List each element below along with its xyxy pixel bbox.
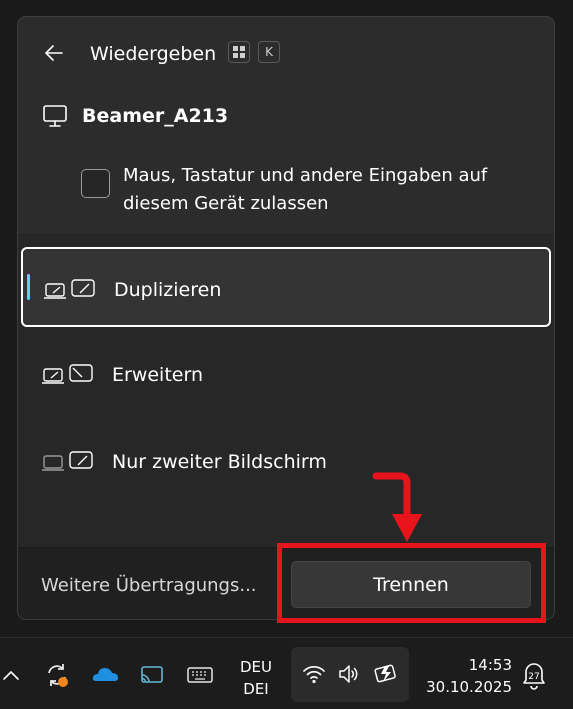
allow-input-label: Maus, Tastatur und andere Eingaben auf d… (123, 165, 488, 214)
keyboard-icon[interactable] (185, 660, 215, 690)
more-casting-link[interactable]: Weitere Übertragungs... (41, 575, 257, 596)
device-name: Beamer_A213 (82, 105, 229, 127)
time: 14:53 (468, 656, 512, 674)
input-language-indicator[interactable]: DEU DEI (234, 656, 278, 700)
quick-settings-button[interactable] (291, 647, 409, 702)
wifi-icon (303, 665, 325, 684)
duplicate-icon (44, 279, 95, 299)
mode-duplicate-label: Duplizieren (114, 279, 222, 301)
mode-duplicate[interactable]: Duplizieren (21, 247, 551, 327)
allow-input-checkbox[interactable] (81, 169, 110, 198)
clock[interactable]: 14:53 30.10.2025 (410, 654, 512, 698)
projection-mode-list: Duplizieren Erweitern Nur zweiter Bildsc… (18, 235, 554, 547)
annotation-highlight-box (277, 543, 546, 623)
flyout-header: Wiedergeben K (18, 17, 554, 91)
windows-key-icon (228, 41, 250, 63)
onedrive-icon[interactable] (90, 660, 120, 690)
mode-second-screen-only-label: Nur zweiter Bildschirm (112, 451, 327, 473)
flyout-title: Wiedergeben (90, 43, 217, 65)
language-line-1: DEU (239, 658, 272, 676)
mode-extend[interactable]: Erweitern (21, 334, 551, 414)
selected-indicator (27, 274, 30, 300)
notification-count: 27 (528, 672, 539, 682)
second-screen-only-icon (42, 451, 93, 471)
notification-bell-icon[interactable]: 27 (518, 658, 550, 692)
k-key: K (258, 41, 280, 63)
project-flyout: Wiedergeben K Beamer_A213 Maus, Tastatur… (17, 16, 555, 620)
battery-charging-icon (374, 664, 396, 683)
monitor-icon (43, 105, 67, 127)
extend-icon (42, 364, 93, 384)
annotation-arrow-icon (372, 472, 422, 542)
sync-icon[interactable] (42, 660, 72, 690)
mode-second-screen-only[interactable]: Nur zweiter Bildschirm (21, 421, 551, 501)
back-arrow-icon[interactable] (42, 41, 66, 65)
language-line-2: DEI (243, 680, 269, 698)
show-hidden-icons-chevron-icon[interactable] (0, 660, 28, 690)
taskbar: DEU DEI 14:53 30.10.2025 27 (0, 637, 573, 709)
mode-extend-label: Erweitern (112, 364, 203, 386)
date: 30.10.2025 (426, 678, 512, 696)
volume-icon (339, 665, 358, 683)
connected-device: Beamer_A213 (42, 103, 532, 129)
cast-icon[interactable] (137, 660, 167, 690)
